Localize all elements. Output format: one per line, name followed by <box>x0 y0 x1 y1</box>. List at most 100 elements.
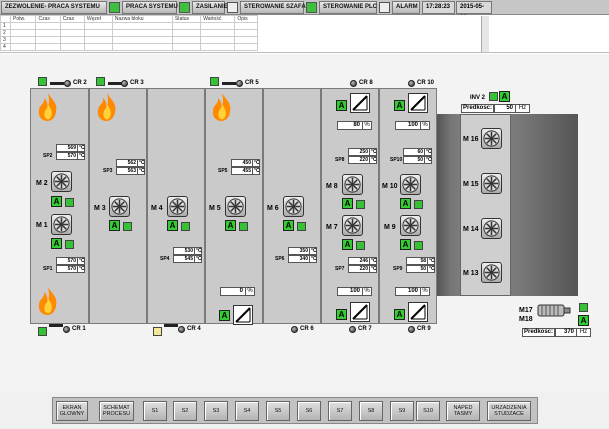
sp5-setpoint[interactable]: 455 <box>231 167 253 175</box>
m1-run-indicator <box>65 240 74 249</box>
fan-m2-icon[interactable] <box>51 171 72 192</box>
sp9-setpoint[interactable]: 50 <box>406 265 428 273</box>
damper-9-icon[interactable] <box>408 302 428 322</box>
m5-auto-indicator[interactable]: A <box>225 220 236 231</box>
fan-m16-icon[interactable] <box>481 128 502 149</box>
sp6-setpoint[interactable]: 340 <box>288 255 310 263</box>
table-row[interactable]: 1 <box>0 22 258 30</box>
sp7-setpoint[interactable]: 220 <box>348 265 370 273</box>
damper-7-position[interactable]: 100% <box>337 287 372 296</box>
nav-s4-button[interactable]: S4 <box>235 401 259 421</box>
fan-m5-icon[interactable] <box>225 196 246 217</box>
sp2-setpoint[interactable]: 570 <box>56 152 78 160</box>
m1-auto-indicator[interactable]: A <box>51 238 62 249</box>
sp3-readout: 562 °C SP3 563 °C <box>103 159 145 175</box>
damper-5-icon[interactable] <box>233 305 253 325</box>
damper-9-position[interactable]: 100% <box>395 287 430 296</box>
fan-m13-icon[interactable] <box>481 262 502 283</box>
nav-s2-button[interactable]: S2 <box>173 401 197 421</box>
cr2-label: CR 2 <box>73 80 87 86</box>
damper-7-icon[interactable] <box>350 302 370 322</box>
nav-s10-button[interactable]: S10 <box>416 401 440 421</box>
belt-speed[interactable]: Predkosc: 370 Hz <box>522 328 592 337</box>
table-row[interactable]: 4 <box>0 43 258 51</box>
unit: Hz <box>516 104 531 113</box>
nav-s1-button[interactable]: S1 <box>143 401 167 421</box>
cr4-lamp-icon <box>178 326 185 333</box>
unit: °C <box>78 257 85 265</box>
nav-s7-button[interactable]: S7 <box>328 401 352 421</box>
nav-s3-button[interactable]: S3 <box>204 401 228 421</box>
plc-control-indicator <box>379 2 390 13</box>
system-permission-button[interactable]: ZEZWOLENIE- PRACA SYSTEMU <box>1 1 107 14</box>
belt-drive-button[interactable]: NAPED TASMY <box>446 401 480 421</box>
nav-s9-button[interactable]: S9 <box>390 401 414 421</box>
cooling-devices-button[interactable]: URZADZENIA STUDZACE <box>487 401 531 421</box>
unit: °C <box>370 156 377 164</box>
fan-m15-icon[interactable] <box>481 173 502 194</box>
nav-s6-button[interactable]: S6 <box>297 401 321 421</box>
fan-m9-icon[interactable] <box>400 215 421 236</box>
fan-m3-icon[interactable] <box>109 196 130 217</box>
main-screen-button[interactable]: EKRAN GLOWNY <box>56 401 88 421</box>
fan-m14-icon[interactable] <box>481 218 502 239</box>
fan-m7-icon[interactable] <box>342 215 363 236</box>
damper-10-icon[interactable] <box>408 93 428 113</box>
damper-10-auto-indicator[interactable]: A <box>394 100 405 111</box>
table-row[interactable]: 3 <box>0 36 258 44</box>
m9-auto-indicator[interactable]: A <box>400 239 411 250</box>
m4-auto-indicator[interactable]: A <box>167 220 178 231</box>
unit: °C <box>425 156 432 164</box>
belt-motor-icon[interactable] <box>537 303 571 318</box>
alarm-button[interactable]: ALARM <box>392 1 420 14</box>
cr6-label: CR 6 <box>300 326 314 332</box>
plc-control-button[interactable]: STEROWANIE PLC <box>319 1 377 14</box>
column-header: Czas <box>59 15 85 23</box>
sp7-readout: 246 °C SP7 220 °C <box>335 257 377 273</box>
nav-s8-button[interactable]: S8 <box>359 401 383 421</box>
damper-9-auto-indicator[interactable]: A <box>394 309 405 320</box>
inv2-speed[interactable]: Predkosc: 50 Hz <box>461 104 531 113</box>
damper-7-value: 100 <box>337 287 363 296</box>
damper-5-position[interactable]: 0% <box>220 287 255 296</box>
sp6-label: SP6 <box>275 256 285 262</box>
m3-run-indicator <box>123 222 132 231</box>
m2-auto-indicator[interactable]: A <box>51 196 62 207</box>
damper-8-position[interactable]: 80% <box>337 121 372 130</box>
burner-flame-icon <box>38 287 57 315</box>
power-button[interactable]: ZASILANIE <box>192 1 228 14</box>
m3-auto-indicator[interactable]: A <box>109 220 120 231</box>
damper-8-icon[interactable] <box>350 93 370 113</box>
fan-m8-icon[interactable] <box>342 174 363 195</box>
process-schema-button[interactable]: SCHEMAT PROCESU <box>99 401 134 421</box>
m17-auto-indicator[interactable]: A <box>578 315 589 326</box>
sp1-setpoint[interactable]: 570 <box>56 265 78 273</box>
m6-auto-indicator[interactable]: A <box>283 220 294 231</box>
sp10-setpoint[interactable]: 50 <box>403 156 425 164</box>
inv2-auto-indicator[interactable]: A <box>499 91 510 102</box>
fan-m4-icon[interactable] <box>167 196 188 217</box>
sp4-setpoint[interactable]: 545 <box>173 255 195 263</box>
alarm-list[interactable]: Potw. Czas Czas Węzeł Nazwa bloku Status… <box>0 15 609 53</box>
cr7-label: CR 7 <box>358 326 372 332</box>
damper-5-auto-indicator[interactable]: A <box>219 310 230 321</box>
table-row[interactable]: 2 <box>0 29 258 37</box>
fan-m1-icon[interactable] <box>51 214 72 235</box>
system-work-button[interactable]: PRACA SYSTEMU <box>122 1 178 14</box>
fan-m6-icon[interactable] <box>283 196 304 217</box>
cabinet-control-button[interactable]: STEROWANIE SZAFA <box>240 1 306 14</box>
cr5-lamp-icon <box>236 80 243 87</box>
motor-m6-label: M 6 <box>267 205 279 212</box>
m8-auto-indicator[interactable]: A <box>342 198 353 209</box>
m10-auto-indicator[interactable]: A <box>400 198 411 209</box>
fan-m10-icon[interactable] <box>400 174 421 195</box>
damper-8-auto-indicator[interactable]: A <box>336 100 347 111</box>
sp8-setpoint[interactable]: 220 <box>348 156 370 164</box>
nav-s5-button[interactable]: S5 <box>266 401 290 421</box>
damper-7-auto-indicator[interactable]: A <box>336 309 347 320</box>
alarm-scrollbar[interactable] <box>481 16 489 52</box>
m7-auto-indicator[interactable]: A <box>342 239 353 250</box>
damper-10-position[interactable]: 100% <box>395 121 430 130</box>
sp3-setpoint[interactable]: 563 <box>116 167 138 175</box>
sp2-label: SP2 <box>43 153 53 159</box>
